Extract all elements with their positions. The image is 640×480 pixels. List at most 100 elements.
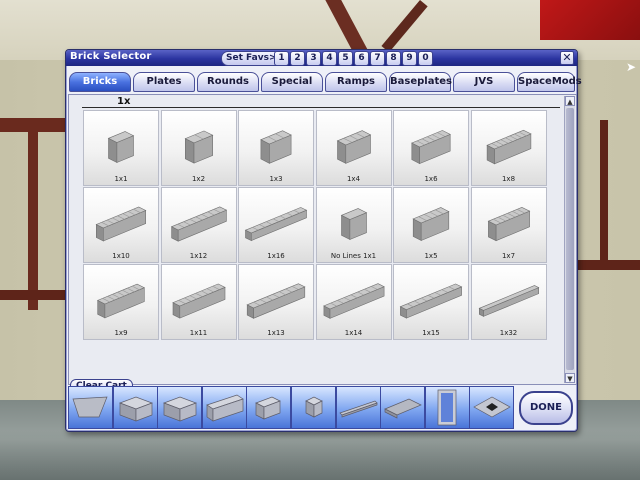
category-tabs: Bricks Plates Rounds Special Ramps Basep… [68, 72, 582, 94]
ramp-plate-icon [473, 396, 512, 418]
brick-preview-icon [336, 130, 371, 164]
close-icon[interactable]: ✕ [560, 51, 574, 65]
cart-slot[interactable] [201, 386, 247, 429]
tab-plates[interactable]: Plates [133, 72, 195, 92]
brick-tile[interactable]: 1x12 [160, 187, 237, 263]
tab-baseplates[interactable]: Baseplates [389, 72, 452, 92]
brick-preview-icon [246, 283, 306, 319]
brick-tile[interactable]: 1x32 [470, 264, 547, 340]
brick-1x4-icon [206, 394, 244, 422]
fav-slot-1[interactable]: 1 [274, 51, 289, 66]
group-label: 1x [117, 96, 131, 107]
brick-preview-icon [399, 283, 463, 319]
scene-red-panel [540, 0, 640, 40]
brick-preview-icon [170, 206, 227, 242]
brick-tile-label: 1x11 [189, 329, 208, 337]
fav-slot-5[interactable]: 5 [338, 51, 353, 66]
brick-tile-label: 1x13 [267, 329, 285, 337]
brick-tile[interactable]: No Lines 1x1 [315, 187, 392, 263]
brick-preview-icon [184, 130, 213, 164]
brick-list-panel: 1x 1x1 1x2 1x3 1x4 1x6 1x8 1x10 1x12 1x16 No Line… [68, 94, 577, 385]
fav-slot-7[interactable]: 7 [370, 51, 385, 66]
brick-tile[interactable]: 1x9 [83, 264, 159, 340]
brick-tile[interactable]: 1x4 [315, 110, 392, 186]
brick-tile-label: No Lines 1x1 [330, 252, 377, 260]
brick-tile[interactable]: 1x13 [238, 264, 314, 340]
brick-preview-icon [478, 285, 539, 317]
brick-tile-label: 1x15 [422, 329, 440, 337]
scroll-thumb[interactable] [566, 108, 574, 370]
brick-tile-label: 1x32 [499, 329, 518, 337]
fav-slot-4[interactable]: 4 [322, 51, 337, 66]
brick-preview-icon [411, 130, 451, 165]
stair-post [600, 120, 608, 270]
brick-tile-label: 1x7 [501, 252, 516, 260]
window-frame-icon [437, 389, 457, 426]
scroll-up-icon[interactable]: ▲ [565, 96, 575, 106]
brick-1x2-icon [255, 396, 282, 420]
cart-slot[interactable] [68, 386, 113, 429]
brick-tile-label: 1x10 [112, 252, 130, 260]
brick-preview-icon [260, 130, 292, 164]
scroll-down-icon[interactable]: ▼ [565, 373, 575, 383]
cart-slot[interactable] [291, 386, 336, 429]
fav-slot-3[interactable]: 3 [306, 51, 321, 66]
fav-slot-8[interactable]: 8 [386, 51, 401, 66]
mouse-cursor-icon: ➤ [625, 60, 636, 74]
brick-preview-icon [107, 131, 135, 163]
brick-tile[interactable]: 1x15 [393, 264, 469, 340]
brick-tile[interactable]: 1x3 [238, 110, 314, 186]
brick-preview-icon [171, 283, 226, 319]
brick-tile-label: 1x3 [269, 175, 283, 183]
brick-tile-label: 1x2 [191, 175, 206, 183]
brick-tile[interactable]: 1x16 [238, 187, 314, 263]
brick-1x1-icon [305, 396, 323, 418]
cart-slot[interactable] [380, 386, 426, 429]
brick-preview-icon [412, 207, 450, 241]
brick-tile-label: 1x4 [346, 175, 361, 183]
brick-tile[interactable]: 1x14 [315, 264, 392, 340]
brick-preview-icon [322, 283, 385, 319]
tab-ramps[interactable]: Ramps [325, 72, 387, 92]
brick-tile-label: 1x5 [424, 252, 438, 260]
brick-2x2-icon [118, 396, 153, 422]
tab-spacemods[interactable]: SpaceMods [517, 72, 582, 92]
brick-tile[interactable]: 1x2 [160, 110, 237, 186]
brick-tile[interactable]: 1x7 [470, 187, 547, 263]
brick-tile[interactable]: 1x5 [393, 187, 469, 263]
tab-jvs[interactable]: JVS [453, 72, 515, 92]
cart-slot[interactable] [112, 386, 158, 429]
set-favs-button[interactable]: Set Favs> [221, 51, 282, 66]
window-title: Brick Selector [70, 51, 152, 62]
tab-bricks[interactable]: Bricks [69, 72, 131, 92]
vertical-scrollbar[interactable]: ▲ ▼ [564, 96, 575, 383]
cart-slot[interactable] [469, 386, 515, 429]
brick-tile[interactable]: 1x6 [393, 110, 469, 186]
cart-slot[interactable] [424, 386, 470, 429]
brick-tile-label: 1x1 [114, 175, 128, 183]
cart-slot[interactable] [246, 386, 292, 429]
brick-tile-label: 1x6 [424, 175, 438, 183]
tab-rounds[interactable]: Rounds [197, 72, 259, 92]
brick-tile[interactable]: 1x11 [160, 264, 237, 340]
brick-tile[interactable]: 1x1 [83, 110, 159, 186]
fav-slot-9[interactable]: 9 [402, 51, 417, 66]
tab-special[interactable]: Special [261, 72, 323, 92]
brick-preview-icon [244, 207, 308, 242]
cart-slot[interactable] [335, 386, 381, 429]
fav-slot-6[interactable]: 6 [354, 51, 369, 66]
fav-slot-2[interactable]: 2 [290, 51, 305, 66]
fav-slot-0[interactable]: 0 [418, 51, 433, 66]
brick-tile[interactable]: 1x10 [83, 187, 159, 263]
brick-tile[interactable]: 1x8 [470, 110, 547, 186]
done-button[interactable]: DONE [519, 391, 573, 425]
brick-preview-icon [96, 283, 146, 319]
brick-preview-icon [340, 208, 367, 240]
wedge-plate-icon [72, 396, 108, 418]
brick-2x2-icon [163, 396, 198, 422]
title-bar[interactable]: Brick Selector Set Favs> 1 2 3 4 5 6 7 8… [66, 50, 577, 66]
brick-tile-label: 1x9 [114, 329, 128, 337]
cart-slot[interactable] [157, 386, 203, 429]
brick-preview-icon [95, 206, 147, 242]
brick-tile-label: 1x8 [501, 175, 516, 183]
